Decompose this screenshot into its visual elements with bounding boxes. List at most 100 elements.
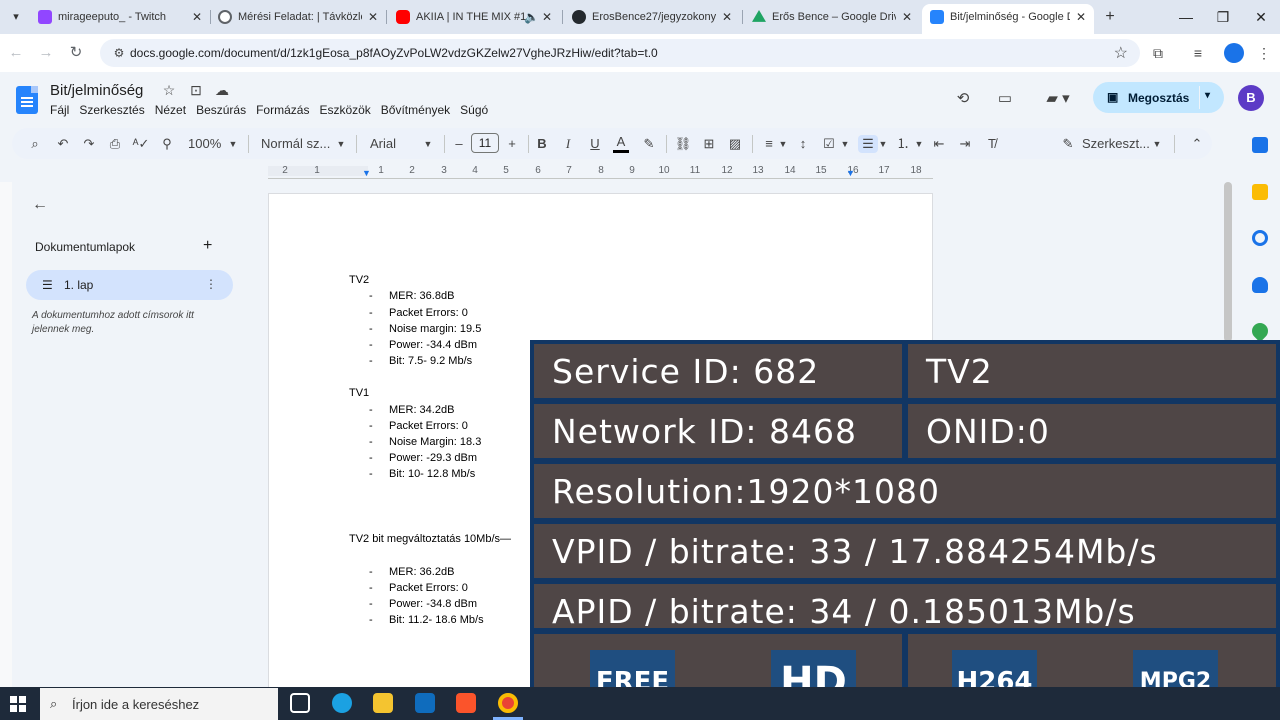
zoom-select[interactable]: 100% (188, 135, 224, 153)
numbered-caret-icon[interactable]: ▼ (914, 135, 924, 153)
share-button[interactable]: ▣ Megosztás ▾ (1093, 82, 1224, 113)
mode-caret-icon[interactable]: ▼ (1152, 135, 1162, 153)
zoom-caret-icon[interactable]: ▼ (228, 135, 238, 153)
tab-twitch[interactable]: mirageeputo_ - Twitch ✕ (30, 4, 210, 30)
reload-icon[interactable]: ↻ (66, 43, 86, 63)
menu-tools[interactable]: Eszközök (319, 103, 370, 119)
minimize-icon[interactable]: — (1171, 5, 1201, 29)
close-icon[interactable]: ✕ (720, 4, 734, 30)
mail-icon[interactable] (415, 693, 435, 713)
maps-icon[interactable] (1248, 319, 1272, 343)
account-avatar[interactable]: B (1238, 85, 1264, 111)
tab-google-drive[interactable]: Erős Bence – Google Drive ✕ (744, 4, 920, 30)
search-menus-icon[interactable]: ⌕ (26, 135, 44, 153)
task-view-icon[interactable] (290, 693, 310, 713)
tasks-icon[interactable] (1252, 230, 1268, 246)
menu-help[interactable]: Súgó (460, 103, 488, 119)
more-options-icon[interactable]: ⋮ (205, 277, 217, 291)
decrease-font-size-icon[interactable]: – (452, 135, 466, 153)
profile-icon[interactable] (1224, 43, 1244, 63)
hide-menus-icon[interactable]: ⌃ (1188, 135, 1206, 153)
document-scrollbar[interactable] (1224, 182, 1232, 342)
left-indent-marker[interactable]: ▼ (362, 168, 371, 178)
restore-icon[interactable]: ❐ (1208, 5, 1238, 29)
insert-image-icon[interactable]: ▨ (726, 135, 744, 153)
share-dropdown-icon[interactable]: ▾ (1205, 90, 1210, 101)
style-caret-icon[interactable]: ▼ (336, 135, 346, 153)
undo-icon[interactable]: ↶ (54, 135, 72, 153)
editing-mode-select[interactable]: Szerkeszt... (1082, 135, 1150, 153)
bold-icon[interactable]: B (534, 135, 550, 153)
decrease-indent-icon[interactable]: ⇤ (930, 135, 948, 153)
file-explorer-icon[interactable] (373, 693, 393, 713)
close-icon[interactable]: ✕ (1074, 4, 1088, 30)
print-icon[interactable]: ⎙ (106, 135, 124, 153)
media-icon[interactable]: ≡ (1188, 43, 1208, 63)
menu-extensions[interactable]: Bővítmények (381, 103, 450, 119)
tab-github[interactable]: ErosBence27/jegyzokonyv ✕ (564, 4, 740, 30)
font-select[interactable]: Arial (370, 135, 420, 153)
forward-arrow-icon[interactable]: → (36, 43, 56, 63)
meet-video-icon[interactable]: ▰ ▾ (1040, 88, 1076, 110)
chrome-menu-icon[interactable]: ⋮ (1254, 43, 1274, 63)
back-arrow-icon[interactable]: ← (6, 43, 26, 63)
version-history-icon[interactable]: ⟲ (952, 88, 974, 110)
font-caret-icon[interactable]: ▼ (423, 135, 433, 153)
bullet-caret-icon[interactable]: ▼ (878, 135, 888, 153)
taskbar-search-box[interactable]: ⌕ Írjon ide a kereséshez (40, 688, 278, 720)
tab-search-icon[interactable]: ▾ (6, 7, 26, 27)
italic-icon[interactable]: I (560, 135, 576, 153)
menu-format[interactable]: Formázás (256, 103, 309, 119)
align-icon[interactable]: ≡ (760, 135, 778, 153)
text-color-icon[interactable]: A (613, 135, 629, 153)
bulleted-list-icon[interactable]: ☰ (858, 135, 878, 153)
insert-link-icon[interactable]: ⛓ (674, 135, 692, 153)
menu-edit[interactable]: Szerkesztés (79, 103, 144, 119)
add-tab-icon[interactable]: + (203, 237, 212, 255)
menu-file[interactable]: Fájl (50, 103, 69, 119)
underline-icon[interactable]: U (587, 135, 603, 153)
brave-icon[interactable] (456, 693, 476, 713)
extensions-icon[interactable]: ⧉ (1148, 43, 1168, 63)
close-icon[interactable]: ✕ (900, 4, 914, 30)
window-close-icon[interactable]: ✕ (1246, 5, 1276, 29)
redo-icon[interactable]: ↷ (80, 135, 98, 153)
menu-view[interactable]: Nézet (155, 103, 186, 119)
move-folder-icon[interactable]: ⊡ (187, 82, 205, 99)
calendar-icon[interactable] (1252, 137, 1268, 153)
align-caret-icon[interactable]: ▼ (778, 135, 788, 153)
chrome-icon[interactable] (498, 693, 518, 713)
windows-start-icon[interactable] (10, 696, 26, 712)
contacts-icon[interactable] (1252, 277, 1268, 293)
spellcheck-icon[interactable]: ᴬ✓ (132, 135, 150, 153)
close-icon[interactable]: ✕ (540, 4, 554, 30)
speaker-icon[interactable]: 🔈 (524, 4, 539, 30)
increase-indent-icon[interactable]: ⇥ (956, 135, 974, 153)
line-spacing-icon[interactable]: ↕ (794, 135, 812, 153)
right-indent-marker[interactable]: ▼ (846, 168, 855, 178)
tab-google-docs-active[interactable]: Bit/jelminőség - Google Do ✕ (922, 4, 1094, 34)
new-tab-icon[interactable]: + (1100, 7, 1120, 27)
document-tab-item[interactable]: ☰ 1. lap ⋮ (26, 270, 233, 300)
checklist-icon[interactable]: ☑ (820, 135, 838, 153)
close-icon[interactable]: ✕ (366, 4, 380, 30)
bookmark-star-icon[interactable]: ☆ (1114, 43, 1128, 63)
tab-meresi-feladat[interactable]: Mérési Feladat: | Távközlés ✕ (210, 4, 386, 30)
close-icon[interactable]: ✕ (190, 4, 204, 30)
edge-icon[interactable] (332, 693, 352, 713)
checklist-caret-icon[interactable]: ▼ (840, 135, 850, 153)
paint-format-icon[interactable]: ⚲ (158, 135, 176, 153)
cloud-status-icon[interactable]: ☁ (213, 82, 231, 99)
highlight-color-icon[interactable]: ✎ (640, 135, 658, 153)
document-title[interactable]: Bit/jelminőség (50, 82, 143, 99)
paragraph-style-select[interactable]: Normál sz... (261, 135, 331, 153)
numbered-list-icon[interactable]: ⒈ (894, 135, 912, 153)
increase-font-size-icon[interactable]: + (505, 135, 519, 153)
close-outline-arrow-icon[interactable]: ← (32, 196, 50, 214)
comments-icon[interactable]: ▭ (994, 88, 1016, 110)
keep-icon[interactable] (1252, 184, 1268, 200)
site-info-icon[interactable]: ⚙ (110, 44, 128, 62)
clear-formatting-icon[interactable]: T̸ (983, 135, 1001, 153)
menu-insert[interactable]: Beszúrás (196, 103, 246, 119)
star-icon[interactable]: ☆ (160, 82, 178, 99)
